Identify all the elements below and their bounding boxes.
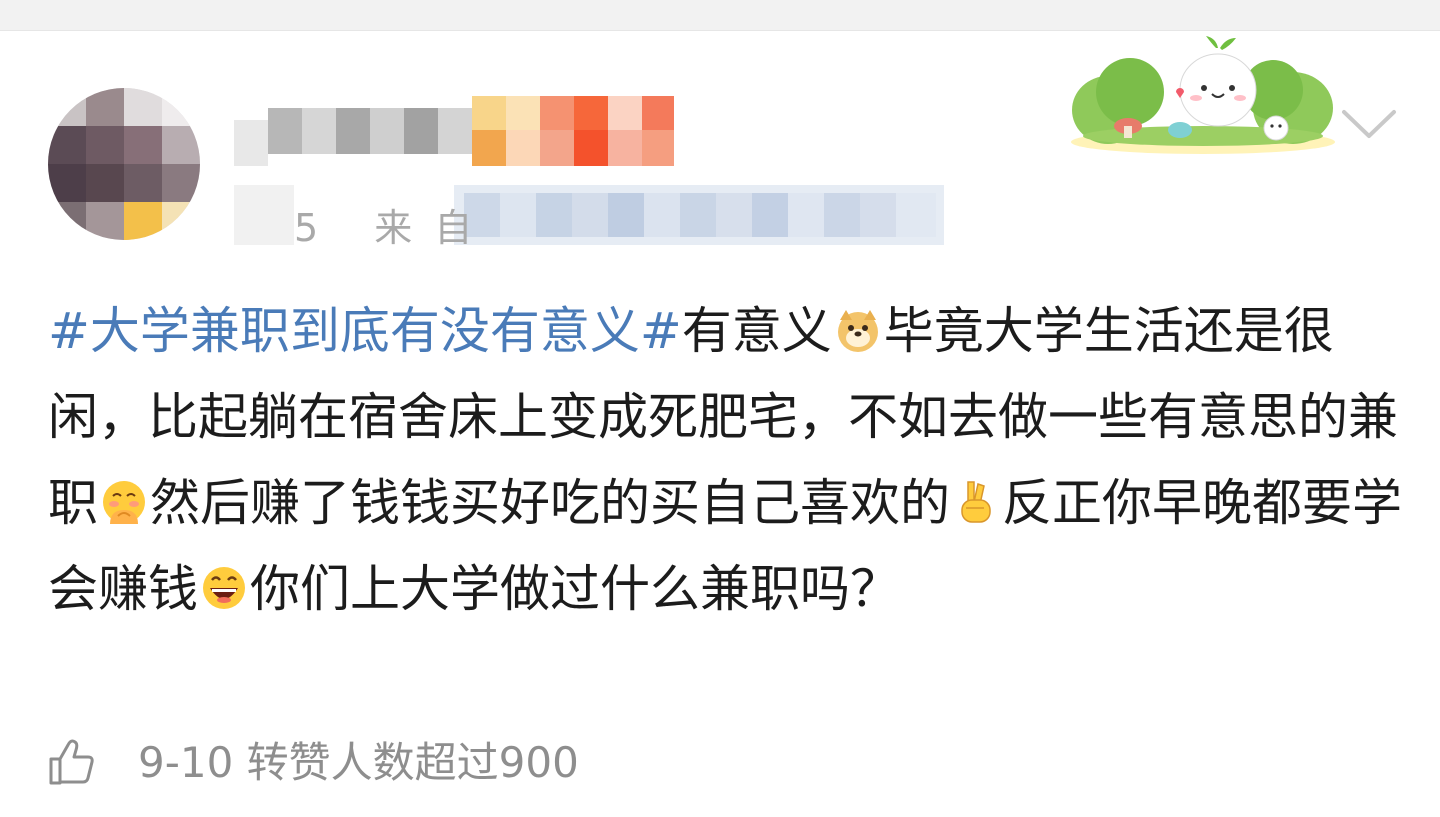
post-text-5: 你们上大学做过什么兼职吗？ — [250, 560, 900, 618]
avatar-blurred-icon — [48, 88, 200, 240]
post-meta: 5 来自 — [234, 185, 944, 250]
hashtag-link[interactable]: #大学兼职到底有没有意义# — [48, 302, 682, 360]
author-name-redacted[interactable] — [234, 96, 674, 166]
laughing-emoji-icon — [200, 564, 248, 612]
post-text-1: 有意义 — [681, 302, 832, 360]
doge-emoji-icon — [834, 306, 882, 354]
chevron-down-icon[interactable] — [1338, 104, 1400, 144]
post-text-3: 然后赚了钱钱买好吃的买自己喜欢的 — [150, 474, 950, 532]
footer-status: 9-10 转赞人数超过900 — [138, 738, 579, 787]
thumbs-up-icon[interactable] — [48, 737, 98, 787]
victory-hand-emoji-icon — [952, 478, 1000, 526]
status-strip — [0, 0, 1440, 31]
sprout-character-sticker-icon — [1071, 36, 1335, 154]
post-meta-text: 5 来自 — [294, 206, 495, 250]
shy-hug-emoji-icon — [100, 478, 148, 526]
avatar[interactable] — [48, 88, 200, 240]
post-content: #大学兼职到底有没有意义#有意义 毕竟大学生活还是很闲，比起躺在宿舍床上变成死肥… — [48, 288, 1408, 632]
